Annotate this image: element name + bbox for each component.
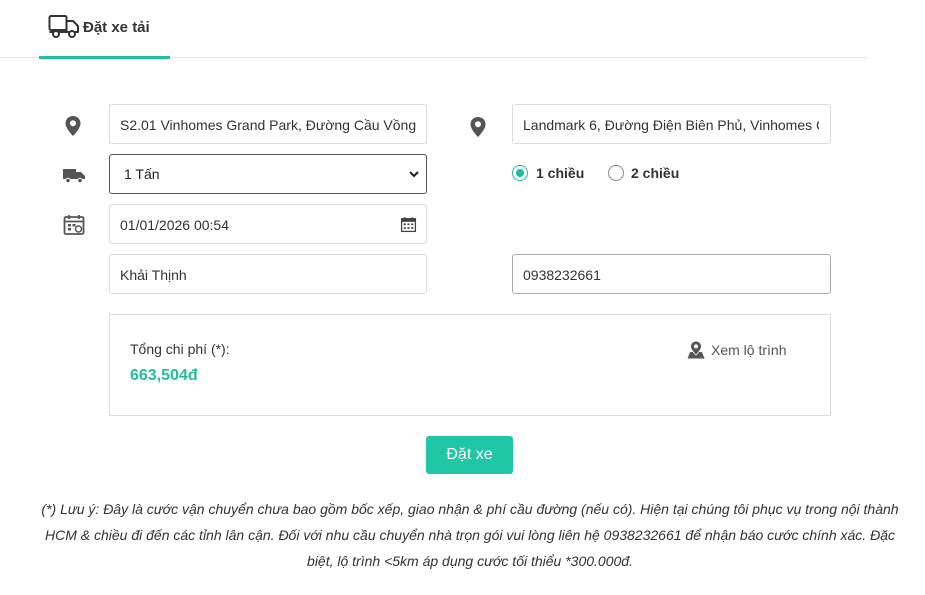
vehicle-select[interactable]: 1 Tấn (109, 154, 427, 194)
truck-small-icon (63, 169, 85, 184)
dropoff-address-input[interactable]: Landmark 6, Đường Điện Biên Phủ, Vinhome… (512, 104, 831, 144)
phone-value: 0938232661 (523, 267, 601, 283)
view-route-label: Xem lộ trình (711, 342, 787, 358)
pricing-note: (*) Lưu ý: Đây là cước vận chuyển chưa b… (41, 501, 899, 569)
tab-bar: Đặt xe tải (0, 0, 868, 59)
chevron-down-icon (409, 171, 419, 178)
vehicle-select-value: 1 Tấn (124, 166, 160, 182)
map-marker-icon (687, 341, 705, 359)
tab-book-truck[interactable]: Đặt xe tải (39, 0, 170, 59)
dropoff-address-value: Landmark 6, Đường Điện Biên Phủ, Vinhome… (523, 117, 819, 133)
calendar-icon (63, 215, 85, 235)
name-input[interactable]: Khải Thịnh (109, 254, 427, 294)
total-cost-label: Tổng chi phí (*): (130, 341, 230, 357)
datetime-value: 01/01/2026 00:54 (120, 217, 229, 233)
truck-icon (48, 15, 79, 38)
radio-one-way[interactable] (512, 165, 528, 181)
calendar-picker-icon[interactable] (400, 216, 417, 233)
pickup-address-input[interactable]: S2.01 Vinhomes Grand Park, Đường Cầu Vồn… (109, 104, 427, 144)
datetime-input[interactable]: 01/01/2026 00:54 (109, 204, 427, 244)
book-button[interactable]: Đặt xe (426, 436, 513, 474)
radio-round-trip-label[interactable]: 2 chiều (631, 165, 679, 181)
phone-input[interactable]: 0938232661 (512, 254, 831, 294)
radio-one-way-label[interactable]: 1 chiều (536, 165, 584, 181)
cost-summary: Tổng chi phí (*): 663,504đ Xem lộ trình (109, 314, 831, 416)
pickup-address-value: S2.01 Vinhomes Grand Park, Đường Cầu Vồn… (120, 117, 417, 133)
tab-active-indicator (39, 56, 170, 59)
radio-round-trip[interactable] (608, 165, 624, 181)
map-pin-icon (470, 117, 486, 137)
tab-label: Đặt xe tải (83, 19, 150, 36)
name-value: Khải Thịnh (120, 267, 187, 283)
map-pin-icon (65, 116, 81, 136)
total-cost-value: 663,504đ (130, 367, 198, 384)
